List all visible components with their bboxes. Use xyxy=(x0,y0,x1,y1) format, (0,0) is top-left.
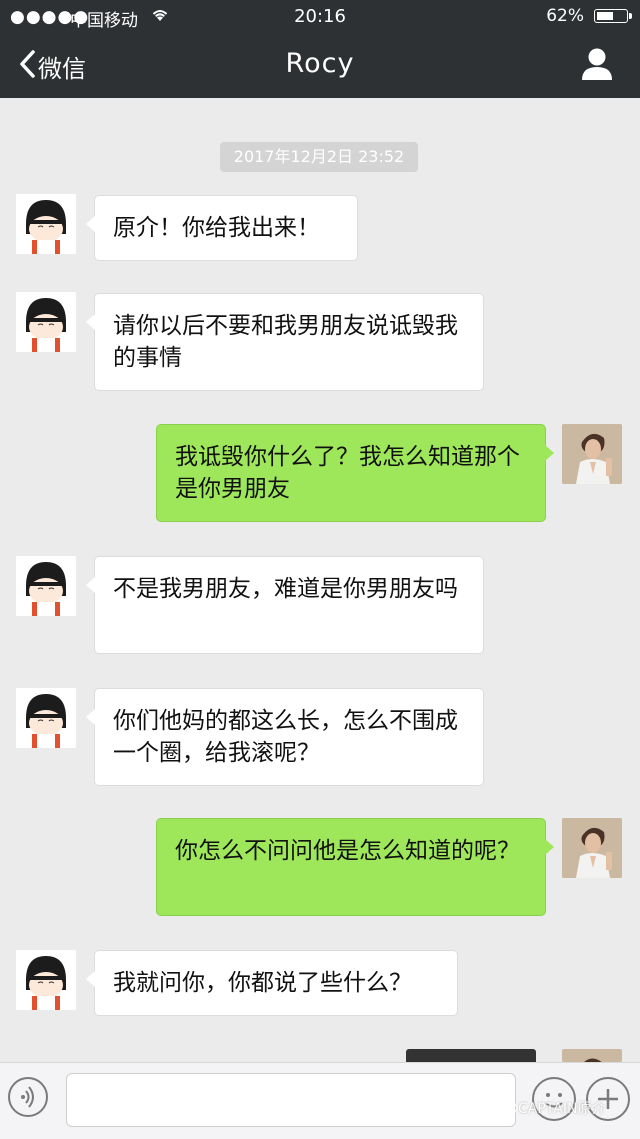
contact-avatar[interactable] xyxy=(16,292,76,352)
message-bubble-left[interactable]: 请你以后不要和我男朋友说诋毁我的事情 xyxy=(86,293,484,391)
message-bubble-left[interactable]: 不是我男朋友，难道是你男朋友吗 xyxy=(86,556,484,654)
battery-fill xyxy=(597,12,614,20)
battery-tip xyxy=(629,13,632,19)
contact-avatar[interactable] xyxy=(16,950,76,1010)
person-icon[interactable] xyxy=(580,46,614,82)
watermark: CAPTAIN原介 xyxy=(500,1098,605,1118)
wechat-logo-icon xyxy=(500,1099,518,1117)
contact-avatar[interactable] xyxy=(16,556,76,616)
contact-avatar[interactable] xyxy=(16,194,76,254)
message-input[interactable] xyxy=(66,1073,516,1127)
voice-icon[interactable] xyxy=(8,1077,48,1117)
message-bubble-right[interactable]: 你怎么不问问他是怎么知道的呢？ xyxy=(156,818,554,916)
my-avatar[interactable] xyxy=(562,424,622,484)
message-bubble-left[interactable]: 我就问你，你都说了些什么？ xyxy=(86,950,458,1016)
my-avatar[interactable] xyxy=(562,818,622,878)
watermark-text: CAPTAIN原介 xyxy=(518,1101,606,1117)
image-message-thumbnail[interactable] xyxy=(406,1049,536,1063)
chat-title: Rocy xyxy=(285,48,355,79)
message-bubble-left[interactable]: 原介！你给我出来！ xyxy=(86,195,358,261)
message-bubble-left[interactable]: 你们他妈的都这么长，怎么不围成一个圈，给我滚呢？ xyxy=(86,688,484,786)
battery-percentage: 62% xyxy=(546,6,584,26)
status-bar: ●●●●● 中国移动 20:16 62% xyxy=(0,0,640,32)
nav-bar: 微信 Rocy xyxy=(0,32,640,98)
contact-avatar[interactable] xyxy=(16,688,76,748)
message-bubble-right[interactable]: 我诋毁你什么了？我怎么知道那个是你男朋友 xyxy=(156,424,554,522)
battery-icon xyxy=(594,9,632,23)
clock: 20:16 xyxy=(294,6,346,27)
message-timestamp: 2017年12月2日 23:52 xyxy=(220,142,418,172)
my-avatar[interactable] xyxy=(562,1049,622,1062)
